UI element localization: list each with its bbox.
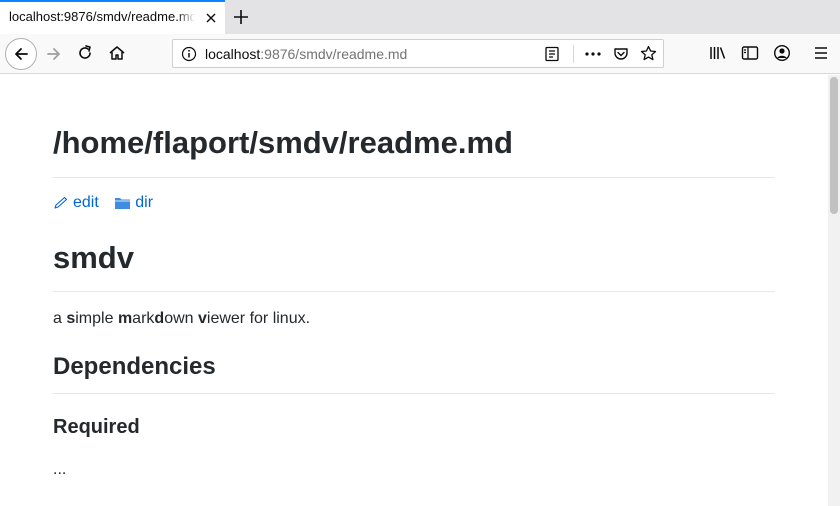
tagline-bold: m	[117, 310, 133, 327]
divider	[53, 177, 775, 178]
nav-bar: localhost:9876/smdv/readme.md	[0, 34, 840, 74]
document-title: smdv	[53, 240, 134, 275]
forward-button[interactable]	[40, 40, 68, 68]
reload-button[interactable]	[71, 39, 99, 67]
home-button[interactable]	[103, 39, 131, 67]
info-icon[interactable]	[181, 46, 197, 62]
back-button[interactable]	[5, 38, 37, 70]
tagline-bold: v	[197, 310, 207, 327]
tab-title: localhost:9876/smdv/readme.md	[9, 9, 195, 24]
home-icon	[109, 46, 125, 60]
more-icon[interactable]	[584, 46, 602, 62]
section-heading: Dependencies	[53, 353, 216, 380]
tagline-text: a	[53, 310, 67, 327]
tagline-bold: d	[154, 310, 165, 327]
edit-link[interactable]: edit	[53, 194, 99, 212]
folder-icon	[115, 198, 131, 209]
tagline-text: own	[164, 310, 198, 327]
tagline-text: iewer for linux.	[206, 310, 311, 327]
pocket-icon[interactable]	[613, 46, 629, 62]
tab-strip: localhost:9876/smdv/readme.md	[0, 0, 840, 34]
forward-arrow-icon	[47, 48, 60, 60]
close-icon[interactable]	[203, 10, 219, 26]
hamburger-menu-icon[interactable]	[812, 45, 830, 61]
dir-link-label: dir	[135, 194, 154, 211]
tab-readme[interactable]: localhost:9876/smdv/readme.md	[0, 0, 225, 34]
divider	[53, 291, 775, 292]
edit-link-label: edit	[73, 194, 99, 211]
sidebar-icon[interactable]	[741, 45, 759, 61]
tagline-bold: s	[66, 310, 76, 327]
scrollbar-thumb[interactable]	[830, 77, 838, 214]
subsection-heading: Required	[53, 416, 140, 438]
account-icon[interactable]	[773, 44, 791, 62]
pencil-icon	[54, 196, 68, 209]
tagline-text: ark	[132, 310, 155, 327]
star-icon[interactable]	[640, 45, 657, 62]
dir-link[interactable]: dir	[114, 194, 153, 212]
tagline-text: imple	[75, 310, 118, 327]
url-path: :9876/smdv/readme.md	[260, 46, 408, 62]
plus-icon[interactable]	[232, 8, 250, 26]
page-viewport[interactable]: /home/flaport/smdv/readme.md edit dir sm…	[0, 75, 828, 506]
library-icon[interactable]	[709, 45, 727, 61]
url-text[interactable]: localhost:9876/smdv/readme.md	[205, 46, 407, 62]
reload-icon	[79, 45, 91, 59]
file-actions: edit dir	[53, 194, 153, 215]
url-host: localhost	[205, 46, 261, 62]
back-arrow-icon	[15, 48, 28, 60]
placeholder-text: ...	[53, 461, 67, 478]
tagline: a simple markdown viewer for linux.	[53, 310, 310, 328]
divider	[53, 393, 775, 394]
reader-view-icon[interactable]	[544, 46, 560, 62]
file-path-heading: /home/flaport/smdv/readme.md	[53, 125, 513, 160]
urlbar-separator	[573, 45, 574, 63]
url-bar[interactable]: localhost:9876/smdv/readme.md	[172, 39, 664, 68]
